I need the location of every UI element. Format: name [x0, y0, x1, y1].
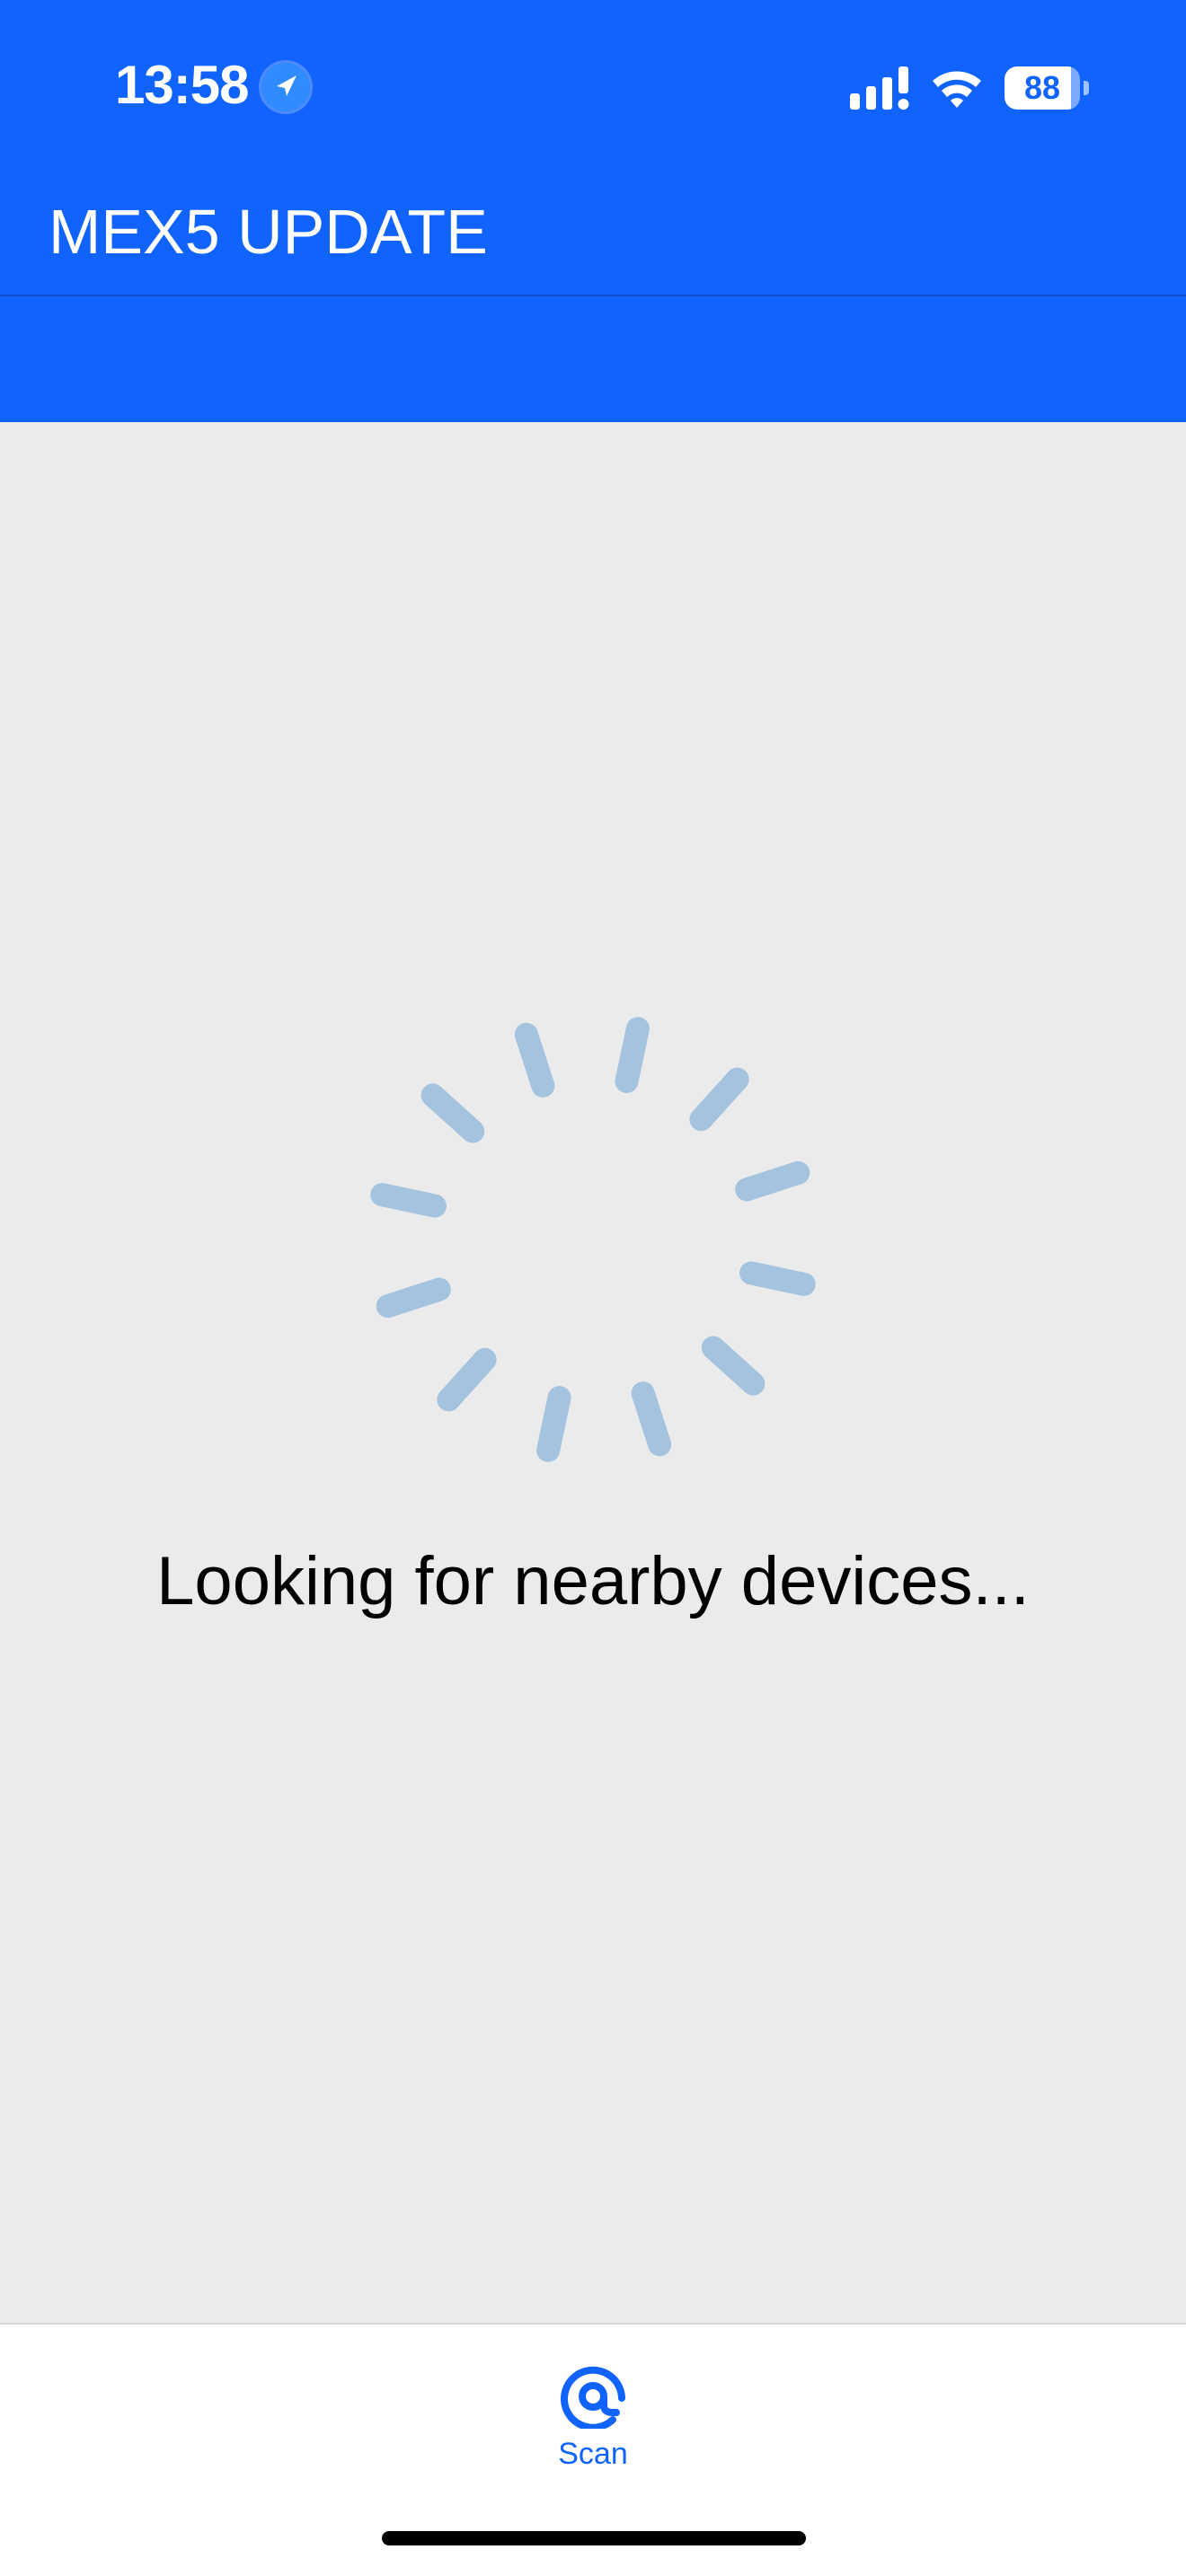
spinner-bar [514, 1022, 555, 1098]
loading-spinner [370, 1017, 816, 1462]
battery-body: 88 [1005, 66, 1080, 110]
home-indicator[interactable] [382, 2531, 806, 2545]
app-title: MEX5 UPDATE [49, 197, 488, 267]
spinner-bar [536, 1386, 571, 1462]
spinner-bar [631, 1381, 672, 1457]
tab-scan-label: Scan [558, 2437, 628, 2471]
loading-text: Looking for nearby devices... [156, 1543, 1030, 1619]
spinner-bar [615, 1017, 650, 1093]
spinner-bar [735, 1160, 810, 1202]
spinner-bar [437, 1347, 497, 1412]
scan-screen: 13:58 88 MEX5 UPDATE Looking for nearby … [0, 0, 1186, 2576]
spinner-bar [701, 1336, 766, 1396]
wifi-icon [933, 71, 981, 108]
spinner-bar [689, 1067, 749, 1132]
spinner-bar [739, 1261, 816, 1296]
header: 13:58 88 MEX5 UPDATE [0, 0, 1186, 422]
status-bar: 13:58 88 [0, 0, 1186, 180]
battery-icon: 88 [1005, 66, 1089, 110]
battery-level: 88 [1023, 69, 1061, 106]
spinner-bar [370, 1183, 447, 1218]
scan-icon [561, 2366, 625, 2429]
status-time: 13:58 [115, 55, 249, 115]
tab-scan[interactable]: Scan [503, 2342, 683, 2477]
spinner-bar [420, 1083, 485, 1143]
battery-tip [1084, 81, 1089, 95]
cellular-signal-icon [850, 66, 909, 110]
location-arrow-icon [259, 60, 313, 114]
app-bar: MEX5 UPDATE [0, 180, 1186, 296]
spinner-bar [376, 1277, 451, 1319]
